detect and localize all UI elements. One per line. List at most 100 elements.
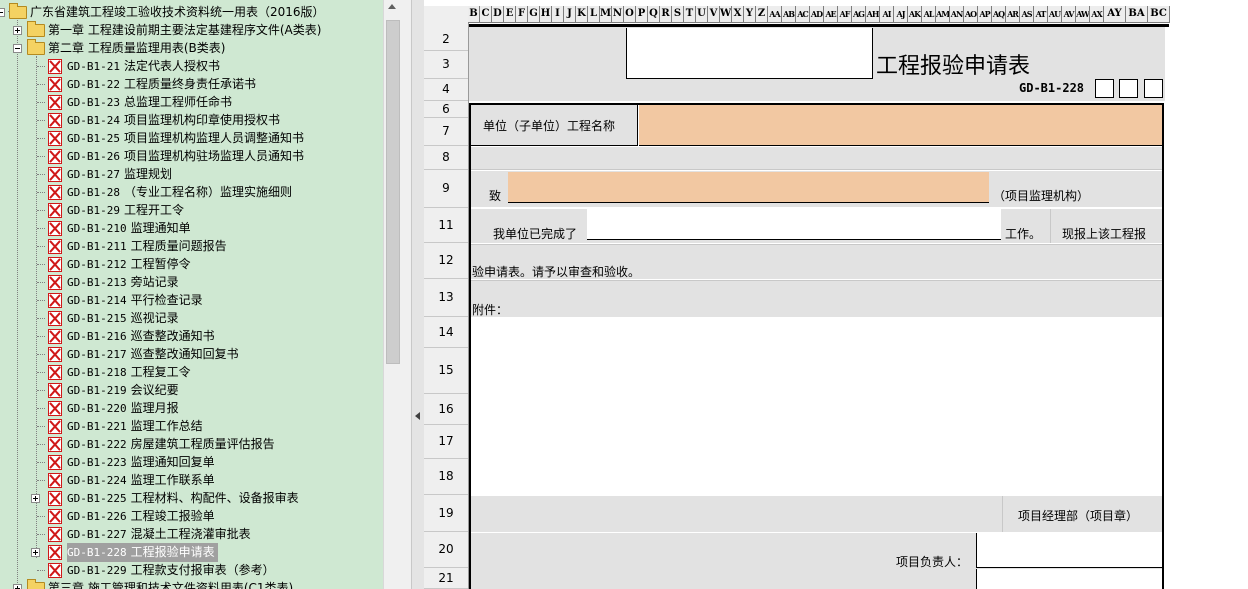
column-header-cell[interactable]: AD — [810, 6, 824, 23]
tree-item[interactable]: GD-B1-221 监理工作总结 — [0, 417, 383, 435]
column-header-cell[interactable]: W — [720, 6, 732, 23]
expand-icon[interactable] — [31, 494, 40, 503]
column-header-cell[interactable]: O — [624, 6, 636, 23]
document-tree[interactable]: 广东省建筑工程竣工验收技术资料统一用表（2016版） 第一章 工程建设前期主要法… — [0, 0, 383, 589]
tree-item[interactable]: GD-B1-210 监理通知单 — [0, 219, 383, 237]
collapse-left-icon[interactable] — [415, 412, 420, 420]
row-header-cell[interactable]: 13 — [424, 279, 468, 317]
tree-scrollbar[interactable] — [383, 0, 401, 589]
column-header-cell[interactable]: F — [516, 6, 528, 23]
row-header-cell[interactable]: 12 — [424, 243, 468, 279]
code-box-1[interactable] — [1095, 79, 1114, 98]
column-header-cell[interactable]: U — [696, 6, 708, 23]
tree-item[interactable]: GD-B1-216 巡查整改通知书 — [0, 327, 383, 345]
tree-item[interactable]: GD-B1-228 工程报验申请表 — [0, 543, 383, 562]
tree-item[interactable]: GD-B1-211 工程质量问题报告 — [0, 237, 383, 255]
tree-item[interactable]: GD-B1-220 监理月报 — [0, 399, 383, 417]
scroll-up-icon[interactable] — [388, 4, 396, 9]
expand-icon[interactable] — [31, 548, 40, 557]
spreadsheet[interactable]: B C D E F G H I J K L M N O P Q R S T U V W X Y Z AA AB AC AD AE AF AG A… — [424, 0, 1248, 589]
row-header-cell[interactable]: 20 — [424, 532, 468, 568]
panel-splitter[interactable] — [411, 0, 425, 589]
tree-item[interactable]: GD-B1-225 工程材料、构配件、设备报审表 — [0, 489, 383, 507]
column-header-cell[interactable]: Q — [648, 6, 660, 23]
tree-chapter-3[interactable]: 第三章 施工管理和技术文件资料用表(C1类表) — [0, 579, 383, 589]
tree-item[interactable]: GD-B1-24 项目监理机构印章使用授权书 — [0, 111, 383, 129]
tree-item[interactable]: GD-B1-213 旁站记录 — [0, 273, 383, 291]
tree-item[interactable]: GD-B1-21 法定代表人授权书 — [0, 57, 383, 75]
supervisor-org-input[interactable] — [508, 172, 989, 203]
column-header-cell[interactable]: Y — [744, 6, 756, 23]
column-header-cell[interactable]: AF — [838, 6, 852, 23]
column-header-cell[interactable]: J — [564, 6, 576, 23]
row-header-cell[interactable]: 19 — [424, 495, 468, 532]
row-header-cell[interactable]: 2 — [424, 29, 468, 51]
column-header-cell[interactable]: Z — [756, 6, 768, 23]
tree-item[interactable]: GD-B1-27 监理规划 — [0, 165, 383, 183]
column-header-cell[interactable]: AE — [824, 6, 838, 23]
column-header-cell[interactable]: T — [684, 6, 696, 23]
row-header-cell[interactable]: 6 — [424, 101, 468, 118]
row-header-cell[interactable]: 21 — [424, 568, 468, 589]
code-box-3[interactable] — [1144, 79, 1163, 98]
tree-item[interactable]: GD-B1-229 工程款支付报审表（参考） — [0, 561, 383, 579]
column-header-cell[interactable]: AR — [1006, 6, 1020, 23]
title-input-box[interactable] — [626, 28, 873, 79]
tree-chapter-2[interactable]: 第二章 工程质量监理用表(B类表) — [0, 39, 383, 57]
column-header-cell[interactable]: AQ — [992, 6, 1006, 23]
row-header-cell[interactable]: 11 — [424, 208, 468, 243]
tree-item[interactable]: GD-B1-222 房屋建筑工程质量评估报告 — [0, 435, 383, 453]
column-header-cell[interactable]: AT — [1034, 6, 1048, 23]
tree-item[interactable]: GD-B1-29 工程开工令 — [0, 201, 383, 219]
column-header-cell[interactable]: X — [732, 6, 744, 23]
column-header-cell[interactable]: G — [528, 6, 540, 23]
column-header-cell[interactable]: L — [588, 6, 600, 23]
tree-item[interactable]: GD-B1-25 项目监理机构监理人员调整通知书 — [0, 129, 383, 147]
row-header-cell[interactable]: 4 — [424, 79, 468, 101]
code-box-2[interactable] — [1119, 79, 1138, 98]
tree-item[interactable]: GD-B1-226 工程竣工报验单 — [0, 507, 383, 525]
column-header-cell[interactable]: C — [480, 6, 492, 23]
column-header-cell[interactable]: AA — [768, 6, 782, 23]
row-header-cell[interactable]: 3 — [424, 51, 468, 79]
tree-item[interactable]: GD-B1-223 监理通知回复单 — [0, 453, 383, 471]
column-header-cell[interactable]: B — [468, 6, 480, 23]
form-grid[interactable]: 工程报验申请表 GD-B1-228 单位（子单位）工程名称 致 （项目监理机构）… — [469, 23, 1248, 589]
column-header-cell[interactable]: AI — [880, 6, 894, 23]
unit-name-input[interactable] — [639, 105, 1162, 146]
column-header-cell[interactable]: AX — [1090, 6, 1104, 23]
column-header-cell[interactable]: AK — [908, 6, 922, 23]
column-header-cell[interactable]: BC — [1148, 6, 1170, 23]
column-header-cell[interactable]: AM — [936, 6, 950, 23]
column-header-cell[interactable]: AV — [1062, 6, 1076, 23]
column-header-cell[interactable]: H — [540, 6, 552, 23]
attachment-area[interactable] — [471, 318, 1162, 495]
tree-chapter-1[interactable]: 第一章 工程建设前期主要法定基建程序文件(A类表) — [0, 21, 383, 39]
column-header-cell[interactable]: S — [672, 6, 684, 23]
column-header-cell[interactable]: AW — [1076, 6, 1090, 23]
row-header-cell[interactable]: 18 — [424, 459, 468, 495]
tree-item[interactable]: GD-B1-214 平行检查记录 — [0, 291, 383, 309]
tree-item[interactable]: GD-B1-212 工程暂停令 — [0, 255, 383, 273]
tree-item[interactable]: GD-B1-227 混凝土工程浇灌审批表 — [0, 525, 383, 543]
tree-root[interactable]: 广东省建筑工程竣工验收技术资料统一用表（2016版） — [0, 3, 383, 21]
column-header-cell[interactable]: K — [576, 6, 588, 23]
tree-item[interactable]: GD-B1-224 监理工作联系单 — [0, 471, 383, 489]
tree-item[interactable]: GD-B1-23 总监理工程师任命书 — [0, 93, 383, 111]
column-header-cell[interactable]: N — [612, 6, 624, 23]
column-header-cell[interactable]: AY — [1104, 6, 1126, 23]
tree-item[interactable]: GD-B1-28 （专业工程名称）监理实施细则 — [0, 183, 383, 201]
column-header-cell[interactable]: AG — [852, 6, 866, 23]
column-header-cell[interactable]: AC — [796, 6, 810, 23]
row-header-cell[interactable]: 15 — [424, 348, 468, 394]
tree-item[interactable]: GD-B1-22 工程质量终身责任承诺书 — [0, 75, 383, 93]
column-header-cell[interactable]: AB — [782, 6, 796, 23]
column-header-cell[interactable]: V — [708, 6, 720, 23]
column-header-cell[interactable]: BA — [1126, 6, 1148, 23]
column-header-cell[interactable]: D — [492, 6, 504, 23]
column-header-cell[interactable]: AO — [964, 6, 978, 23]
column-header-cell[interactable]: E — [504, 6, 516, 23]
column-header-cell[interactable]: P — [636, 6, 648, 23]
column-header-cell[interactable]: AP — [978, 6, 992, 23]
tree-item[interactable]: GD-B1-219 会议纪要 — [0, 381, 383, 399]
